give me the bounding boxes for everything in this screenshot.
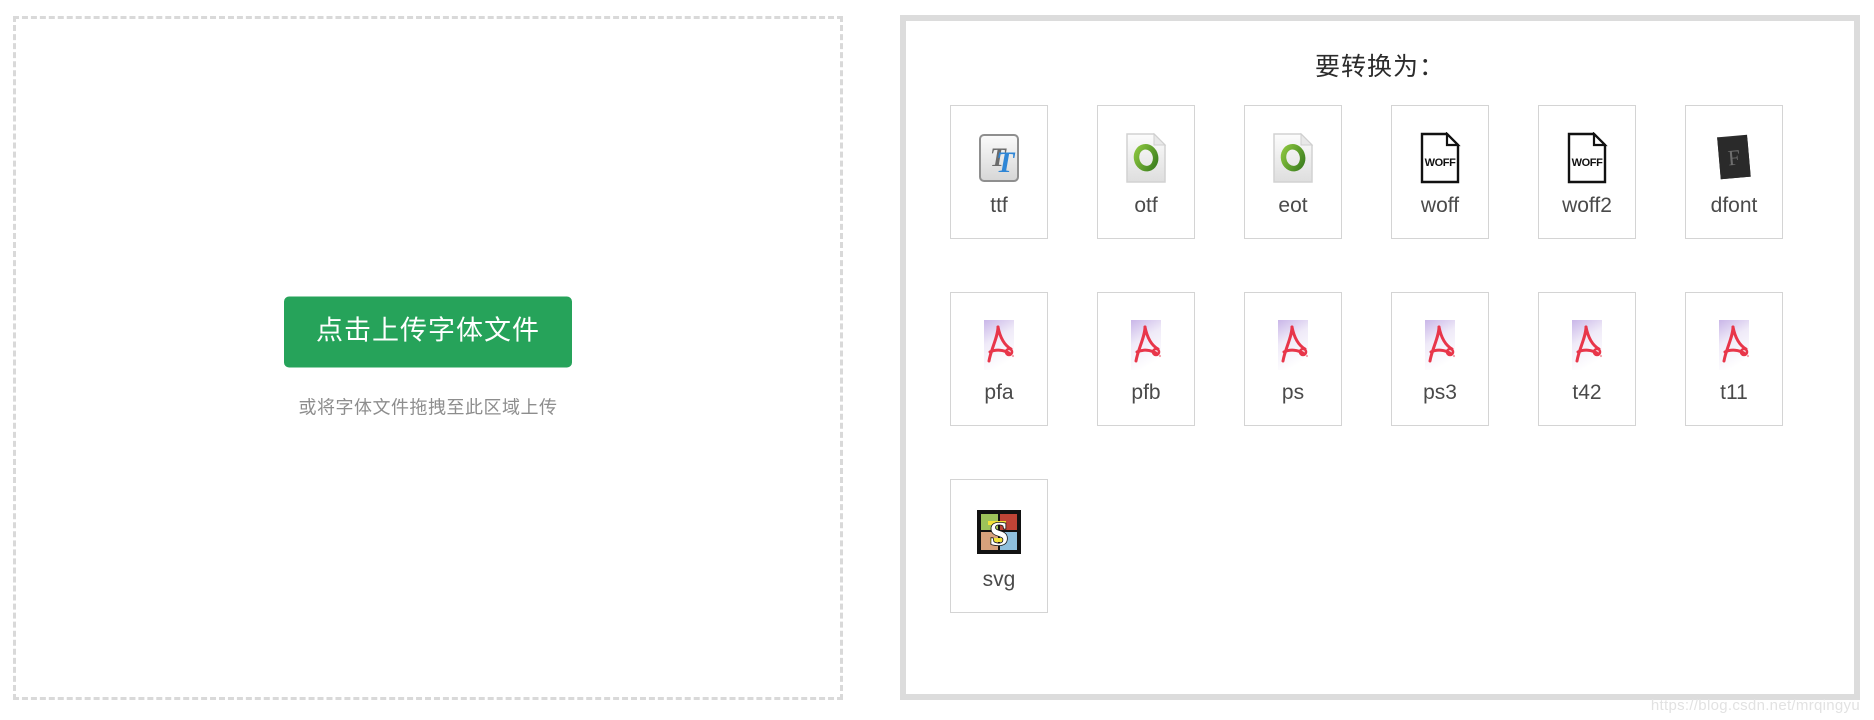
format-card-t42[interactable]: t42 bbox=[1538, 292, 1636, 426]
format-card-woff2[interactable]: WOFF woff2 bbox=[1538, 105, 1636, 239]
svg-text:T: T bbox=[996, 146, 1016, 179]
svg-text:S: S bbox=[990, 516, 1009, 553]
format-label: otf bbox=[1134, 194, 1158, 217]
format-label: eot bbox=[1278, 194, 1308, 217]
postscript-pdf-icon bbox=[1120, 315, 1172, 375]
format-label: ttf bbox=[990, 194, 1008, 217]
convert-target-panel: 要转换为： T T ttf otf eot WOFF woff WOFF wof… bbox=[900, 15, 1860, 700]
postscript-pdf-icon bbox=[1414, 315, 1466, 375]
format-card-t11[interactable]: t11 bbox=[1685, 292, 1783, 426]
format-option-grid: T T ttf otf eot WOFF woff WOFF woff2 F d… bbox=[906, 105, 1854, 613]
svg-icon: S bbox=[973, 502, 1025, 562]
woff-page-icon: WOFF bbox=[1414, 128, 1466, 188]
postscript-pdf-icon bbox=[1561, 315, 1613, 375]
format-label: woff bbox=[1420, 194, 1460, 217]
postscript-pdf-icon bbox=[1267, 315, 1319, 375]
opentype-icon bbox=[1120, 128, 1172, 188]
watermark: https://blog.csdn.net/mrqingyu bbox=[1650, 697, 1860, 714]
format-card-pfb[interactable]: pfb bbox=[1097, 292, 1195, 426]
format-card-ttf[interactable]: T T ttf bbox=[950, 105, 1048, 239]
postscript-pdf-icon bbox=[1708, 315, 1760, 375]
format-label: ps3 bbox=[1423, 381, 1457, 404]
upload-dropzone[interactable]: 点击上传字体文件 或将字体文件拖拽至此区域上传 bbox=[13, 16, 843, 700]
format-label: t42 bbox=[1572, 381, 1602, 404]
format-label: pfb bbox=[1131, 381, 1161, 404]
format-card-svg[interactable]: S svg bbox=[950, 479, 1048, 613]
format-card-woff[interactable]: WOFF woff bbox=[1391, 105, 1489, 239]
svg-text:WOFF: WOFF bbox=[1425, 157, 1456, 169]
opentype-icon bbox=[1267, 128, 1319, 188]
format-label: pfa bbox=[984, 381, 1014, 404]
truetype-icon: T T bbox=[973, 128, 1025, 188]
woff-page-icon: WOFF bbox=[1561, 128, 1613, 188]
format-label: svg bbox=[982, 568, 1016, 591]
format-card-otf[interactable]: otf bbox=[1097, 105, 1195, 239]
format-card-eot[interactable]: eot bbox=[1244, 105, 1342, 239]
drag-drop-hint: 或将字体文件拖拽至此区域上传 bbox=[298, 397, 558, 418]
convert-panel-title: 要转换为： bbox=[1314, 53, 1445, 81]
dfont-icon: F bbox=[1708, 128, 1760, 188]
format-card-ps[interactable]: ps bbox=[1244, 292, 1342, 426]
format-card-dfont[interactable]: F dfont bbox=[1685, 105, 1783, 239]
svg-text:F: F bbox=[1727, 145, 1741, 171]
format-label: dfont bbox=[1710, 194, 1758, 217]
format-label: ps bbox=[1281, 381, 1305, 404]
upload-dropzone-content: 点击上传字体文件 或将字体文件拖拽至此区域上传 bbox=[16, 296, 840, 420]
format-card-ps3[interactable]: ps3 bbox=[1391, 292, 1489, 426]
format-card-pfa[interactable]: pfa bbox=[950, 292, 1048, 426]
format-label: t11 bbox=[1720, 381, 1748, 404]
upload-font-file-button[interactable]: 点击上传字体文件 bbox=[284, 296, 572, 368]
svg-text:WOFF: WOFF bbox=[1572, 157, 1603, 169]
postscript-pdf-icon bbox=[973, 315, 1025, 375]
format-label: woff2 bbox=[1562, 194, 1612, 217]
